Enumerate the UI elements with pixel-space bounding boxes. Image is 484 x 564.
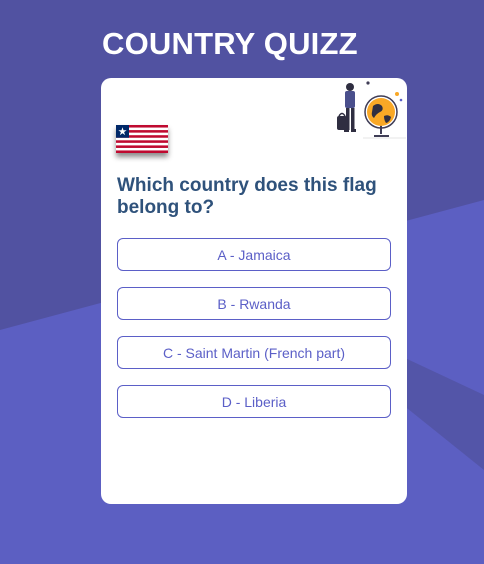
answer-list: A - Jamaica B - Rwanda C - Saint Martin …: [117, 238, 391, 434]
answer-option-b[interactable]: B - Rwanda: [117, 287, 391, 320]
quiz-card: Which country does this flag belong to? …: [101, 78, 407, 504]
answer-option-d[interactable]: D - Liberia: [117, 385, 391, 418]
answer-option-a[interactable]: A - Jamaica: [117, 238, 391, 271]
question-text: Which country does this flag belong to?: [117, 175, 377, 218]
app-title: COUNTRY QUIZZ: [102, 26, 358, 61]
liberia-flag-icon: [116, 125, 168, 153]
traveler-globe-illustration: [337, 81, 406, 139]
answer-option-c[interactable]: C - Saint Martin (French part): [117, 336, 391, 369]
